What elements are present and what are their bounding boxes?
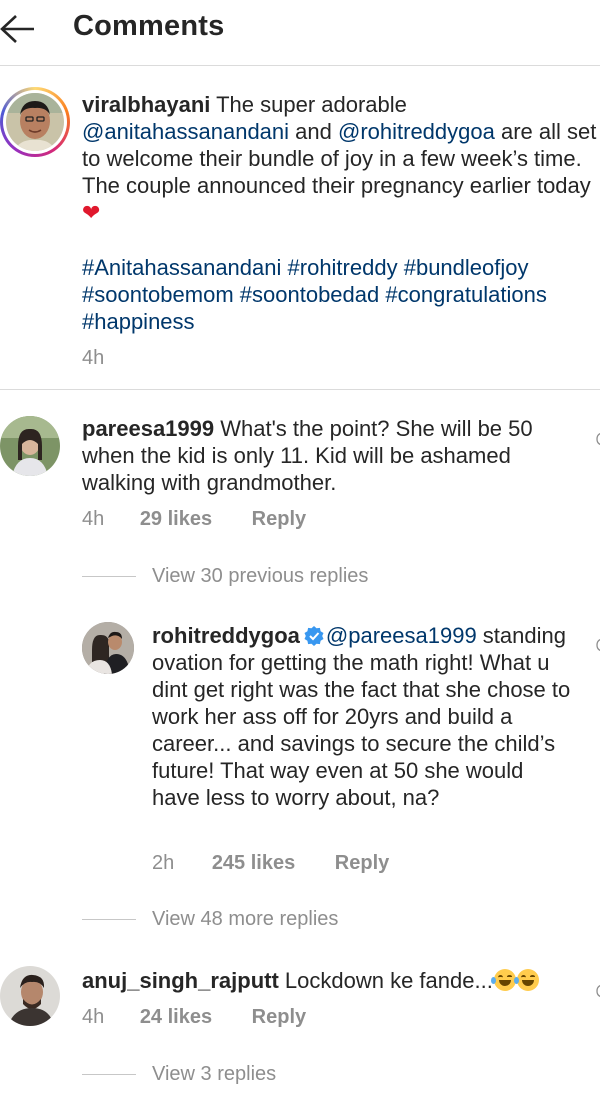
avatar[interactable] <box>6 93 64 151</box>
reply-meta: 2h 245 likes Reply <box>152 852 389 875</box>
back-arrow-icon[interactable] <box>0 12 40 46</box>
reply-timestamp: 2h <box>152 852 175 874</box>
heart-emoji-icon: ❤ <box>82 200 101 225</box>
avatar[interactable] <box>82 622 134 674</box>
like-heart-icon[interactable] <box>594 638 600 652</box>
avatar-image-icon <box>0 966 60 1026</box>
hashtag-link[interactable]: #congratulations <box>385 282 546 307</box>
reply-text: rohitreddygoa @pareesa1999 standing ovati… <box>152 622 572 811</box>
avatar-image-icon <box>6 93 64 151</box>
like-heart-icon[interactable] <box>594 432 600 446</box>
caption-username[interactable]: viralbhayani <box>82 92 210 117</box>
hashtag-link[interactable]: #Anitahassanandani <box>82 255 281 280</box>
comment-meta: 4h 29 likes Reply <box>82 508 306 531</box>
page-title: Comments <box>73 10 225 42</box>
hashtag-link[interactable]: #bundleofjoy <box>404 255 529 280</box>
comment-timestamp: 4h <box>82 1006 105 1028</box>
likes-count[interactable]: 24 likes <box>140 1006 212 1029</box>
story-ring[interactable] <box>0 87 70 157</box>
view-replies-link[interactable]: View 30 previous replies <box>152 565 368 588</box>
like-heart-icon[interactable] <box>594 984 600 998</box>
verified-badge-icon <box>304 626 324 646</box>
view-replies-link[interactable]: View 48 more replies <box>152 908 338 931</box>
hashtag-link[interactable]: #soontobedad <box>240 282 379 307</box>
divider-line <box>82 1074 136 1075</box>
avatar-image-icon <box>82 622 134 674</box>
hashtag-link[interactable]: #soontobemom <box>82 282 234 307</box>
caption-timestamp: 4h <box>82 347 105 369</box>
avatar-image-icon <box>0 416 60 476</box>
laughing-emoji-icon <box>513 969 539 991</box>
comment-text: anuj_singh_rajputt Lockdown ke fande... <box>82 967 582 994</box>
view-replies-link[interactable]: View 3 replies <box>152 1063 276 1086</box>
laughing-emoji-icon <box>490 969 516 991</box>
hashtag-link[interactable]: #happiness <box>82 309 195 334</box>
reply-button[interactable]: Reply <box>252 1006 306 1029</box>
comment-text: pareesa1999 What's the point? She will b… <box>82 415 562 496</box>
mention-link[interactable]: @pareesa1999 <box>326 623 477 648</box>
reply-username[interactable]: rohitreddygoa <box>152 623 300 648</box>
reply-button[interactable]: Reply <box>252 508 306 531</box>
hashtag-block: #Anitahassanandani #rohitreddy #bundleof… <box>82 254 598 335</box>
caption-text: viralbhayani The super adorable @anitaha… <box>82 91 598 226</box>
hashtag-link[interactable]: #rohitreddy <box>288 255 398 280</box>
comment-meta: 4h 24 likes Reply <box>82 1006 306 1029</box>
post-caption: viralbhayani The super adorable @anitaha… <box>0 67 600 390</box>
avatar[interactable] <box>0 966 60 1026</box>
caption-body-1: The super adorable <box>210 92 407 117</box>
mention-link[interactable]: @rohitreddygoa <box>338 119 495 144</box>
likes-count[interactable]: 245 likes <box>212 852 295 875</box>
avatar[interactable] <box>0 416 60 476</box>
comment-username[interactable]: anuj_singh_rajputt <box>82 968 279 993</box>
divider-line <box>82 576 136 577</box>
comment-timestamp: 4h <box>82 508 105 530</box>
likes-count[interactable]: 29 likes <box>140 508 212 531</box>
divider-line <box>82 919 136 920</box>
caption-body-2: and <box>289 119 338 144</box>
comment-body: Lockdown ke fande... <box>278 968 493 993</box>
mention-link[interactable]: @anitahassanandani <box>82 119 289 144</box>
header-bar: Comments <box>0 0 600 66</box>
reply-body: standing ovation for getting the math ri… <box>152 623 571 810</box>
comment-username[interactable]: pareesa1999 <box>82 416 214 441</box>
reply-button[interactable]: Reply <box>335 852 389 875</box>
